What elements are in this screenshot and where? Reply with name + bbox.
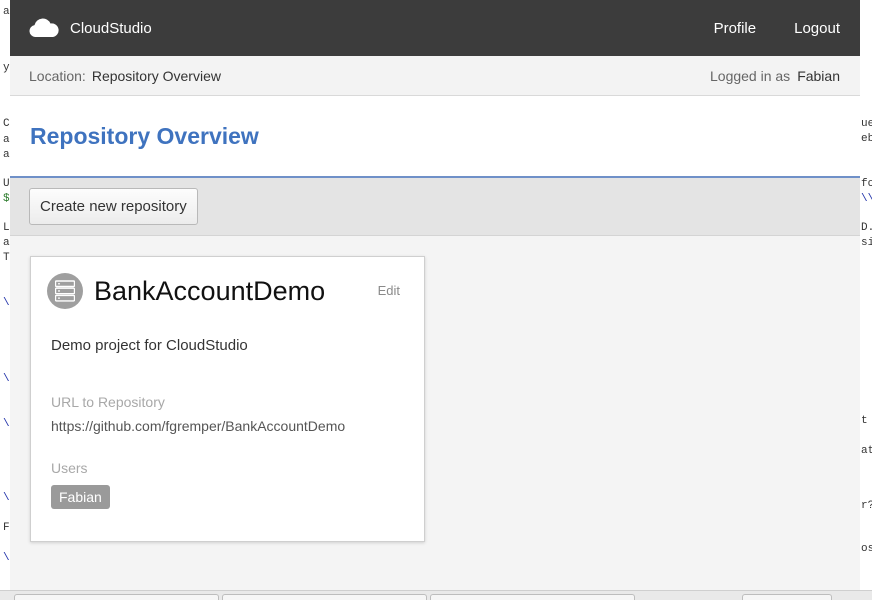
cloud-icon: [28, 18, 60, 38]
location-label: Location:: [29, 67, 86, 84]
app-name: CloudStudio: [70, 19, 152, 37]
background-window-left: an y C a a U $ L a T \ \ \ \ F \: [0, 0, 10, 600]
title-section: Repository Overview: [10, 96, 860, 178]
location-bar: Location: Repository Overview Logged in …: [10, 56, 860, 96]
profile-link[interactable]: Profile: [714, 20, 757, 37]
main-nav: Profile Logout: [676, 20, 840, 37]
repository-url-label: URL to Repository: [51, 394, 165, 410]
location-value: Repository Overview: [91, 67, 221, 84]
repository-name[interactable]: BankAccountDemo: [94, 276, 325, 307]
repository-url: https://github.com/fgremper/BankAccountD…: [51, 418, 346, 434]
repository-users-label: Users: [51, 460, 88, 476]
repository-list: BankAccountDemo Edit Demo project for Cl…: [10, 236, 860, 588]
logout-link[interactable]: Logout: [794, 20, 840, 37]
edit-repository-link[interactable]: Edit: [378, 283, 400, 298]
repository-description: Demo project for CloudStudio: [51, 337, 248, 354]
repository-card: BankAccountDemo Edit Demo project for Cl…: [30, 256, 425, 542]
logged-in-user: Fabian: [797, 67, 840, 84]
background-window-bottom: [0, 590, 872, 600]
brand[interactable]: CloudStudio: [28, 18, 152, 38]
logged-in-label: Logged in as: [710, 67, 791, 84]
cloudstudio-window: CloudStudio Profile Logout Location: Rep…: [10, 0, 860, 590]
top-navbar: CloudStudio Profile Logout: [10, 0, 860, 56]
user-badge: Fabian: [51, 485, 110, 509]
logged-in-info: Logged in as Fabian: [710, 68, 840, 84]
server-icon: [47, 273, 83, 309]
create-repository-button[interactable]: Create new repository: [29, 188, 198, 225]
page-title: Repository Overview: [30, 122, 259, 149]
toolbar: Create new repository: [10, 178, 860, 236]
background-window-right: ue ebe for \\ D. sin t at r? os: [860, 0, 872, 600]
repository-card-header: BankAccountDemo: [47, 273, 404, 309]
